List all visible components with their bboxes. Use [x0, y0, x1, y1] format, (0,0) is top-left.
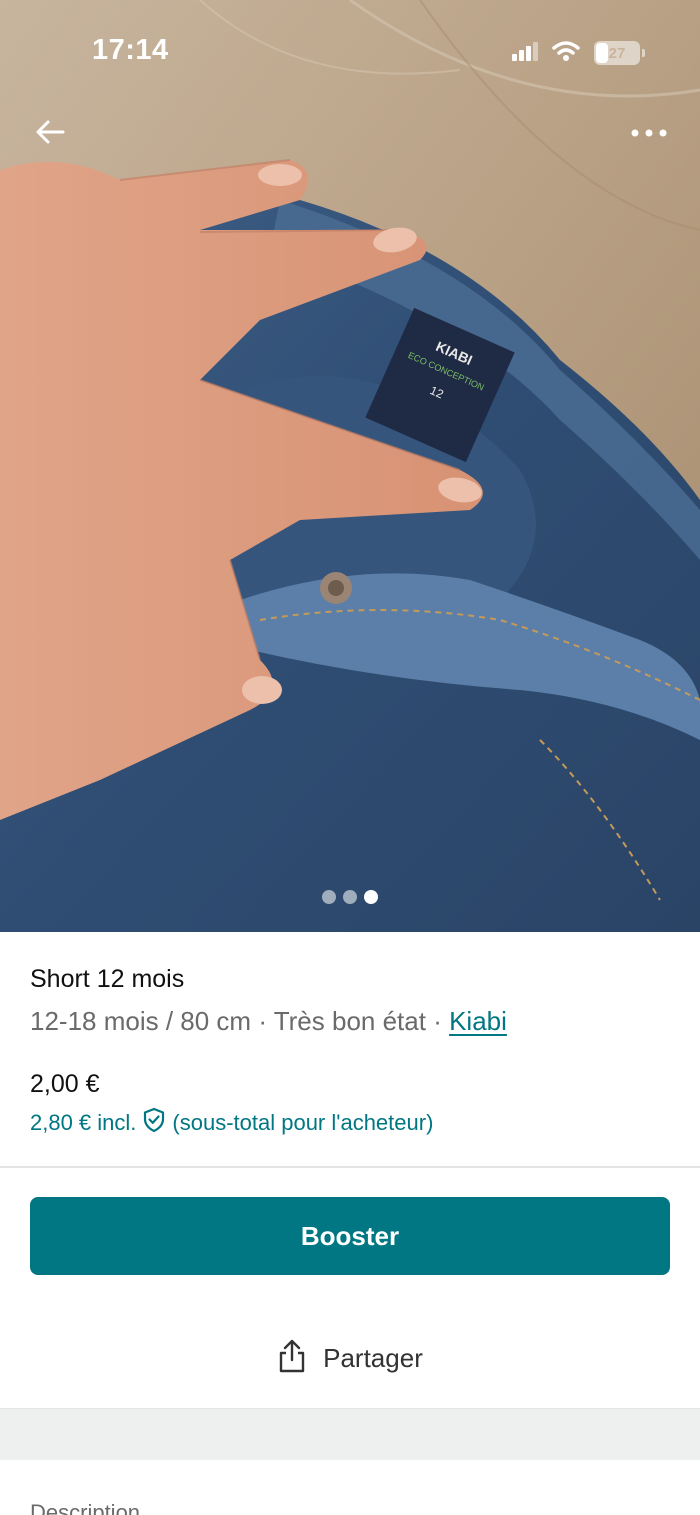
gallery-dot[interactable] — [343, 890, 357, 904]
gallery-pagination — [322, 890, 378, 904]
gallery-dot[interactable] — [322, 890, 336, 904]
item-brand-link[interactable]: Kiabi — [449, 1006, 507, 1036]
meta-separator: · — [251, 1006, 274, 1036]
status-bar: 17:14 27 — [0, 0, 700, 100]
arrow-left-icon — [35, 119, 65, 150]
share-label: Partager — [323, 1342, 423, 1373]
gallery-dot-active[interactable] — [364, 890, 378, 904]
item-title: Short 12 mois — [30, 965, 185, 993]
signal-icon — [512, 41, 538, 66]
item-photo-gallery[interactable]: KIABI ECO CONCEPTION 12 17:14 27 — [0, 0, 700, 932]
shield-check-icon — [142, 1107, 166, 1139]
item-meta: 12-18 mois / 80 cm · Très bon état · Kia… — [30, 1004, 670, 1038]
item-details: Short 12 mois 12-18 mois / 80 cm · Très … — [30, 962, 670, 1038]
buyer-subtotal-text: (sous-total pour l'acheteur) — [172, 1110, 434, 1135]
item-price: 2,00 € — [30, 1070, 100, 1098]
description-heading: Description — [30, 1500, 141, 1515]
share-icon — [277, 1338, 307, 1379]
battery-icon: 27 — [594, 41, 645, 65]
status-icons: 27 — [512, 40, 645, 67]
booster-button[interactable]: Booster — [30, 1197, 670, 1275]
share-button[interactable]: Partager — [0, 1320, 700, 1396]
price-incl-text: 2,80 € incl. — [30, 1110, 137, 1135]
item-photo: KIABI ECO CONCEPTION 12 — [0, 0, 700, 932]
more-horizontal-icon — [630, 125, 668, 143]
meta-separator: · — [425, 1006, 450, 1036]
status-time: 17:14 — [92, 34, 169, 66]
battery-level: 27 — [608, 44, 626, 62]
divider — [0, 1166, 700, 1168]
item-size: 12-18 mois / 80 cm — [30, 1006, 252, 1036]
buyer-protection-price[interactable]: 2,80 € incl. (sous-total pour l'acheteur… — [30, 1107, 433, 1139]
wifi-icon — [552, 40, 580, 67]
section-separator — [0, 1408, 700, 1460]
back-button[interactable] — [30, 114, 70, 154]
item-condition: Très bon état — [273, 1006, 426, 1036]
more-options-button[interactable] — [624, 114, 674, 154]
